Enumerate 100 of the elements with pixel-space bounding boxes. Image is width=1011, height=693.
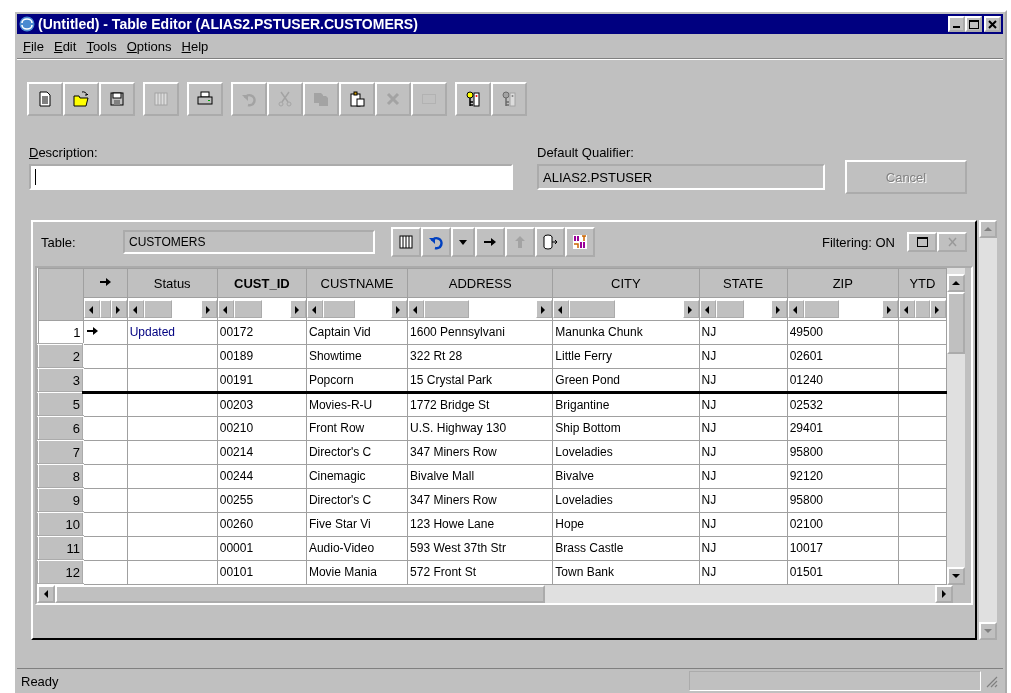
close-icon <box>945 236 959 248</box>
copy-pages-icon <box>313 91 329 107</box>
row-number[interactable]: 12 <box>38 560 84 584</box>
column-header[interactable]: ADDRESS <box>407 268 553 298</box>
right-arrow-icon <box>98 275 112 288</box>
table-cell: NJ <box>699 368 788 392</box>
table-cell: NJ <box>699 560 788 584</box>
table-cell: Ship Bottom <box>552 416 700 440</box>
table-cell: Hope <box>552 512 700 536</box>
row-number[interactable]: 8 <box>38 464 84 488</box>
table-cell: 00244 <box>217 464 307 488</box>
toolbar-button[interactable] <box>455 82 491 116</box>
table-cell: 15 Crystal Park <box>407 368 553 392</box>
table-cell: NJ <box>699 344 788 368</box>
column-scrollbar[interactable] <box>128 300 217 318</box>
key-icon <box>465 91 481 107</box>
column-scrollbar[interactable] <box>84 300 127 318</box>
table-cell: 95800 <box>787 488 899 512</box>
table-cell: Bivalve <box>552 464 700 488</box>
table-cell: 00101 <box>217 560 307 584</box>
undo-arrow-icon <box>428 234 444 250</box>
table-cell: Popcorn <box>306 368 408 392</box>
row-number[interactable]: 2 <box>38 344 84 368</box>
column-scrollbar[interactable] <box>218 300 306 318</box>
column-scrollbar[interactable] <box>307 300 407 318</box>
description-field[interactable] <box>29 164 513 190</box>
row-number[interactable]: 10 <box>38 512 84 536</box>
clipboard-icon <box>349 91 365 107</box>
column-scrollbar[interactable] <box>788 300 898 318</box>
table-cell: Showtime <box>306 344 408 368</box>
column-scrollbar[interactable] <box>899 300 946 318</box>
table-cell: NJ <box>699 512 788 536</box>
close-icon <box>986 17 999 31</box>
vertical-scrollbar[interactable] <box>947 268 965 585</box>
document-icon <box>37 91 53 107</box>
toolbar-button[interactable] <box>475 227 505 257</box>
table-cell: 00191 <box>217 368 307 392</box>
toolbar-button[interactable] <box>421 227 451 257</box>
filtering-status: Filtering: ON <box>822 234 895 250</box>
minimize-button[interactable] <box>948 16 965 32</box>
undo-arrow-icon <box>241 91 257 107</box>
column-header[interactable]: CUST_ID <box>217 268 307 298</box>
restore-button[interactable] <box>907 232 937 252</box>
qualifier-field[interactable]: ALIAS2.PSTUSER <box>537 164 825 190</box>
horizontal-scrollbar[interactable] <box>37 585 971 603</box>
menu-item[interactable]: Options <box>124 38 178 54</box>
column-header[interactable]: ZIP <box>787 268 899 298</box>
column-header[interactable]: CITY <box>552 268 700 298</box>
row-number[interactable]: 11 <box>38 536 84 560</box>
row-number[interactable]: 9 <box>38 488 84 512</box>
folder-icon <box>73 91 89 107</box>
table-cell: 123 Howe Lane <box>407 512 553 536</box>
table-cell: 95800 <box>787 440 899 464</box>
toolbar-button[interactable] <box>99 82 135 116</box>
column-scrollbar[interactable] <box>408 300 552 318</box>
column-scrollbar[interactable] <box>553 300 699 318</box>
menu-item[interactable]: Edit <box>51 38 83 54</box>
minimize-icon <box>953 26 960 28</box>
toolbar-button[interactable] <box>391 227 421 257</box>
table-cell: NJ <box>699 488 788 512</box>
row-number[interactable]: 5 <box>38 392 84 416</box>
maximize-button[interactable] <box>965 16 982 32</box>
toolbar-button[interactable] <box>339 82 375 116</box>
scroll-thumb[interactable] <box>947 292 965 354</box>
scroll-thumb[interactable] <box>55 585 545 603</box>
table-cell: NJ <box>699 440 788 464</box>
toolbar-button[interactable] <box>187 82 223 116</box>
table-cell: 00203 <box>217 392 307 416</box>
table-cell: 572 Front St <box>407 560 553 584</box>
column-header[interactable] <box>83 268 128 298</box>
toolbar-button[interactable] <box>27 82 63 116</box>
toolbar-button[interactable] <box>63 82 99 116</box>
close-button[interactable] <box>984 16 1001 32</box>
column-header[interactable]: CUSTNAME <box>306 268 408 298</box>
table-cell: Brass Castle <box>552 536 700 560</box>
table-name-field[interactable]: CUSTOMERS <box>123 230 375 254</box>
vertical-scrollbar[interactable] <box>979 220 997 640</box>
toolbar-button[interactable] <box>451 227 475 257</box>
column-header[interactable]: YTD <box>898 268 947 298</box>
row-number[interactable]: 7 <box>38 440 84 464</box>
toolbar-button[interactable] <box>535 227 565 257</box>
row-number[interactable]: 1 <box>38 320 84 344</box>
menu-item[interactable]: File <box>21 38 50 54</box>
toolbar-button[interactable] <box>565 227 595 257</box>
table-cell: Little Ferry <box>552 344 700 368</box>
table-cell: Director's C <box>306 440 408 464</box>
table-columns-icon <box>398 234 414 250</box>
row-number[interactable]: 3 <box>38 368 84 392</box>
table-cell: 02100 <box>787 512 899 536</box>
menu-item[interactable]: Help <box>179 38 215 54</box>
table-cell: Green Pond <box>552 368 700 392</box>
column-header[interactable]: Status <box>127 268 218 298</box>
row-number[interactable]: 6 <box>38 416 84 440</box>
table-cell: 29401 <box>787 416 899 440</box>
menu-item[interactable]: Tools <box>84 38 123 54</box>
column-scrollbar[interactable] <box>700 300 787 318</box>
column-header[interactable]: STATE <box>699 268 788 298</box>
field-label: Default Qualifier: <box>537 145 635 160</box>
table-cell: 593 West 37th Str <box>407 536 553 560</box>
table-cell: Director's C <box>306 488 408 512</box>
